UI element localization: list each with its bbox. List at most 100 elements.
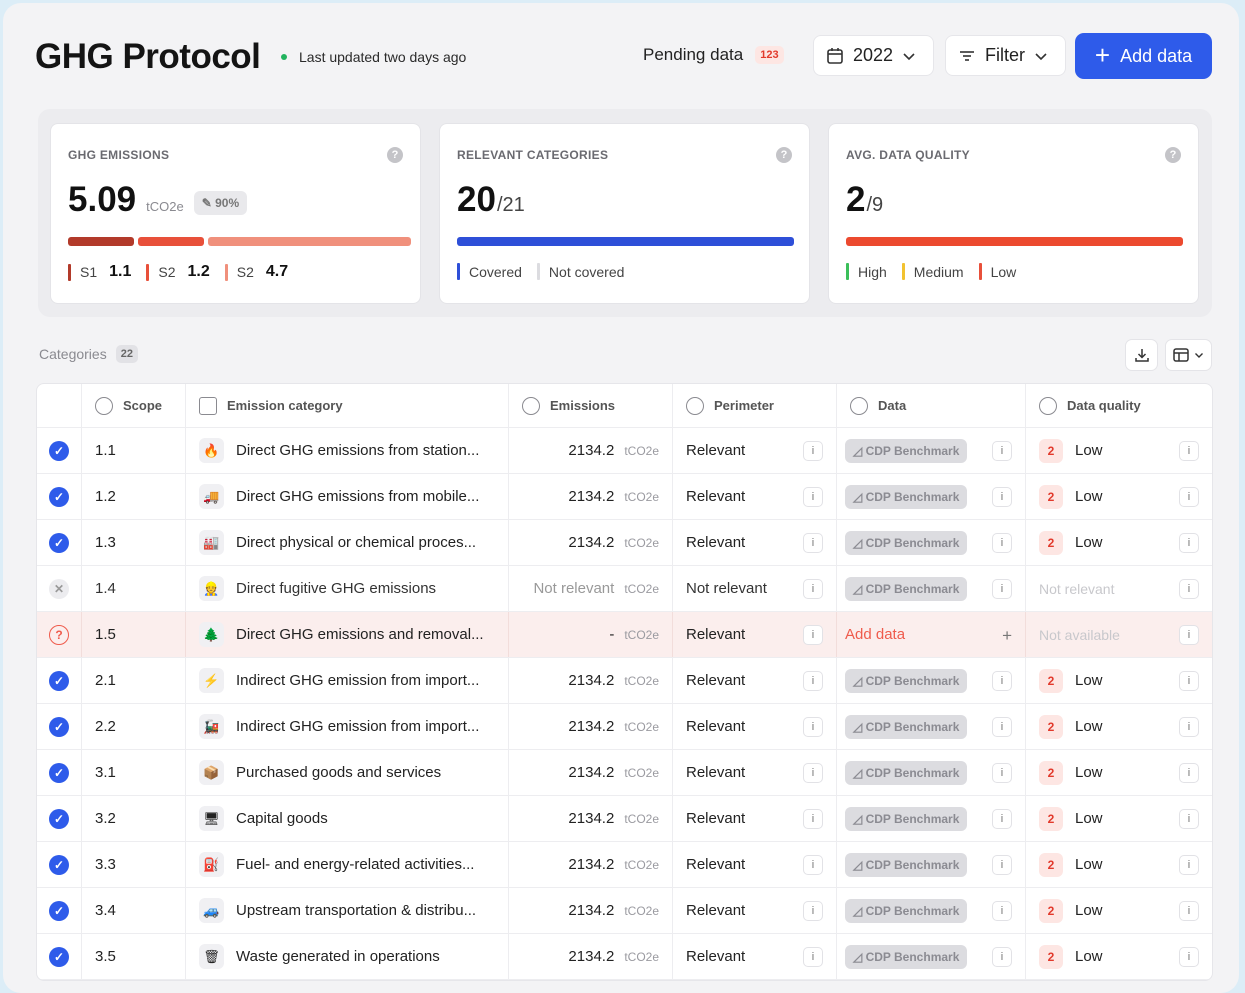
category-cell[interactable]: 👷 Direct fugitive GHG emissions (186, 566, 509, 611)
table-row[interactable]: ✓ 1.3 🏭 Direct physical or chemical proces.… (37, 520, 1212, 566)
table-row[interactable]: ✓ 2.1 ⚡ Indirect GHG emission from import..… (37, 658, 1212, 704)
row-status[interactable]: ✓ (37, 750, 82, 795)
info-icon[interactable]: i (803, 717, 823, 737)
info-icon[interactable]: i (992, 901, 1012, 921)
data-source-badge[interactable]: ◿ CDP Benchmark (845, 668, 968, 693)
table-row[interactable]: ✓ 1.1 🔥 Direct GHG emissions from station..… (37, 428, 1212, 474)
warning-question-icon[interactable]: ? (49, 624, 69, 645)
info-icon[interactable]: i (992, 441, 1012, 461)
data-source-badge[interactable]: ◿ CDP Benchmark (845, 576, 968, 601)
info-icon[interactable]: i (803, 579, 823, 599)
checked-icon[interactable]: ✓ (49, 716, 69, 737)
row-status[interactable]: ✓ (37, 842, 82, 887)
table-row[interactable]: ✓ 3.5 🗑 Waste generated in operations 2134.2… (37, 934, 1212, 980)
info-icon[interactable]: i (992, 947, 1012, 967)
year-select[interactable]: 2022 (813, 35, 934, 76)
table-row[interactable]: ✓ 3.1 📦 Purchased goods and services 2134.2 t… (37, 750, 1212, 796)
info-icon[interactable]: i (992, 855, 1012, 875)
category-cell[interactable]: 📦 Purchased goods and services (186, 750, 509, 795)
table-row[interactable]: ✕ 1.4 👷 Direct fugitive GHG emissions Not re… (37, 566, 1212, 612)
column-header-perimeter[interactable]: Perimeter (673, 384, 837, 427)
category-cell[interactable]: 🚚 Direct GHG emissions from mobile... (186, 474, 509, 519)
category-cell[interactable]: 🖥 Capital goods (186, 796, 509, 841)
checked-icon[interactable]: ✓ (49, 440, 69, 461)
info-icon[interactable]: i (803, 947, 823, 967)
category-cell[interactable]: 🔥 Direct GHG emissions from station... (186, 428, 509, 473)
info-icon[interactable]: i (803, 809, 823, 829)
data-source-badge[interactable]: ◿ CDP Benchmark (845, 898, 968, 923)
row-status[interactable]: ? (37, 612, 82, 657)
row-status[interactable]: ✓ (37, 934, 82, 979)
row-status[interactable]: ✓ (37, 520, 82, 565)
info-icon[interactable]: i (992, 809, 1012, 829)
data-source-badge[interactable]: ◿ CDP Benchmark (845, 760, 968, 785)
data-source-badge[interactable]: ◿ CDP Benchmark (845, 806, 968, 831)
table-row[interactable]: ✓ 3.3 ⛽ Fuel- and energy-related activities… (37, 842, 1212, 888)
category-cell[interactable]: 🌲 Direct GHG emissions and removal... (186, 612, 509, 657)
pending-data[interactable]: Pending data 123 (643, 45, 784, 65)
table-row[interactable]: ? 1.5 🌲 Direct GHG emissions and removal...… (37, 612, 1212, 658)
column-header-emissions[interactable]: Emissions (509, 384, 673, 427)
row-status[interactable]: ✓ (37, 704, 82, 749)
plus-icon[interactable]: + (1002, 626, 1012, 646)
data-source-badge[interactable]: ◿ CDP Benchmark (845, 530, 968, 555)
info-icon[interactable]: i (992, 579, 1012, 599)
info-icon[interactable]: i (1179, 901, 1199, 921)
add-data-link[interactable]: Add data (845, 626, 905, 643)
category-cell[interactable]: 🚙 Upstream transportation & distribu... (186, 888, 509, 933)
checked-icon[interactable]: ✓ (49, 486, 69, 507)
info-icon[interactable]: i (992, 487, 1012, 507)
category-cell[interactable]: 🚂 Indirect GHG emission from import... (186, 704, 509, 749)
info-icon[interactable]: i (803, 671, 823, 691)
info-icon[interactable]: i (992, 533, 1012, 553)
download-button[interactable] (1125, 339, 1158, 371)
info-icon[interactable]: i (803, 487, 823, 507)
info-icon[interactable]: i (1179, 947, 1199, 967)
help-icon[interactable]: ? (1165, 147, 1181, 163)
category-cell[interactable]: ⛽ Fuel- and energy-related activities... (186, 842, 509, 887)
info-icon[interactable]: i (803, 441, 823, 461)
info-icon[interactable]: i (1179, 441, 1199, 461)
help-icon[interactable]: ? (387, 147, 403, 163)
category-cell[interactable]: 🗑 Waste generated in operations (186, 934, 509, 979)
row-status[interactable]: ✓ (37, 474, 82, 519)
info-icon[interactable]: i (803, 763, 823, 783)
table-row[interactable]: ✓ 3.4 🚙 Upstream transportation & distribu.… (37, 888, 1212, 934)
row-status[interactable]: ✓ (37, 888, 82, 933)
data-source-badge[interactable]: ◿ CDP Benchmark (845, 944, 968, 969)
info-icon[interactable]: i (803, 901, 823, 921)
row-status[interactable]: ✓ (37, 796, 82, 841)
filter-button[interactable]: Filter (945, 35, 1066, 76)
column-header-scope[interactable]: Scope (82, 384, 186, 427)
column-header-quality[interactable]: Data quality (1026, 384, 1212, 427)
view-options-button[interactable] (1165, 339, 1212, 371)
checked-icon[interactable]: ✓ (49, 854, 69, 875)
add-data-button[interactable]: + Add data (1075, 33, 1212, 79)
info-icon[interactable]: i (1179, 763, 1199, 783)
row-status[interactable]: ✓ (37, 428, 82, 473)
column-header-category[interactable]: Emission category (186, 384, 509, 427)
column-header-data[interactable]: Data (837, 384, 1026, 427)
help-icon[interactable]: ? (776, 147, 792, 163)
checked-icon[interactable]: ✓ (49, 808, 69, 829)
checked-icon[interactable]: ✓ (49, 946, 69, 967)
info-icon[interactable]: i (992, 763, 1012, 783)
checked-icon[interactable]: ✓ (49, 900, 69, 921)
info-icon[interactable]: i (803, 625, 823, 645)
table-row[interactable]: ✓ 1.2 🚚 Direct GHG emissions from mobile...… (37, 474, 1212, 520)
data-source-badge[interactable]: ◿ CDP Benchmark (845, 484, 968, 509)
info-icon[interactable]: i (803, 855, 823, 875)
info-icon[interactable]: i (992, 671, 1012, 691)
info-icon[interactable]: i (1179, 487, 1199, 507)
data-source-badge[interactable]: ◿ CDP Benchmark (845, 438, 968, 463)
info-icon[interactable]: i (992, 717, 1012, 737)
checked-icon[interactable]: ✓ (49, 532, 69, 553)
category-cell[interactable]: ⚡ Indirect GHG emission from import... (186, 658, 509, 703)
table-row[interactable]: ✓ 2.2 🚂 Indirect GHG emission from import..… (37, 704, 1212, 750)
row-status[interactable]: ✓ (37, 658, 82, 703)
checked-icon[interactable]: ✓ (49, 670, 69, 691)
excluded-icon[interactable]: ✕ (49, 578, 69, 599)
info-icon[interactable]: i (1179, 717, 1199, 737)
category-cell[interactable]: 🏭 Direct physical or chemical proces... (186, 520, 509, 565)
info-icon[interactable]: i (803, 533, 823, 553)
